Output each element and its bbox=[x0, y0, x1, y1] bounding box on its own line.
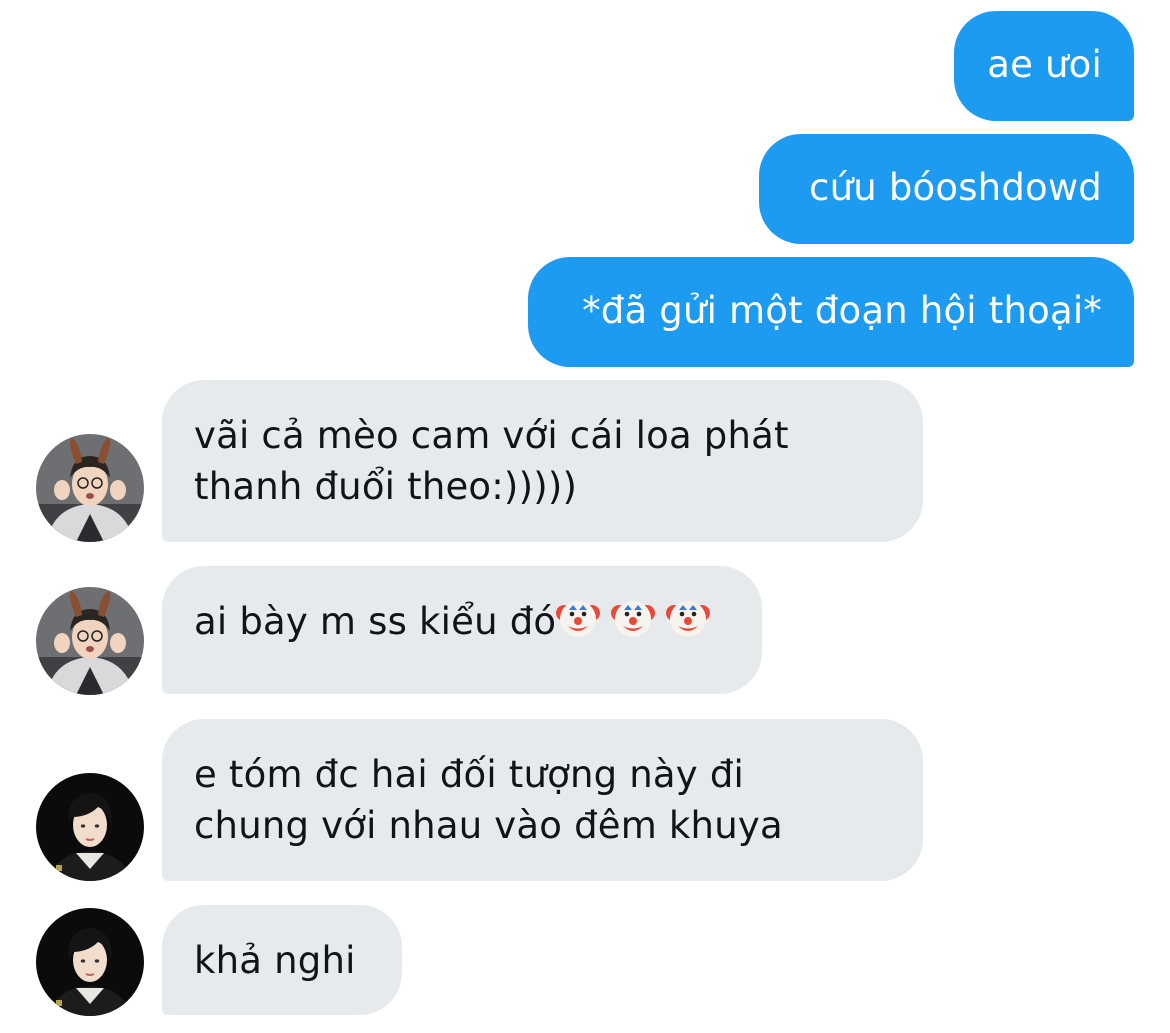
avatar[interactable] bbox=[36, 773, 144, 881]
emoji-group bbox=[556, 600, 715, 643]
message-text-line: thanh đuổi theo:))))) bbox=[194, 465, 578, 508]
clown-face-emoji-icon bbox=[666, 601, 711, 637]
avatar[interactable] bbox=[36, 434, 144, 542]
message-text: ai bày m ss kiểu đó bbox=[194, 600, 557, 643]
incoming-message-bubble[interactable]: ai bày m ss kiểu đó bbox=[162, 566, 762, 694]
clown-face-emoji-icon bbox=[556, 601, 601, 637]
outgoing-message-bubble[interactable]: cứu bóoshdowd bbox=[759, 134, 1134, 244]
avatar[interactable] bbox=[36, 908, 144, 1016]
clown-face-emoji-icon bbox=[611, 601, 656, 637]
person-with-bunny-ears-avatar-icon bbox=[36, 434, 144, 542]
message-text: khả nghi bbox=[194, 939, 356, 982]
person-dark-hair-avatar-icon bbox=[36, 773, 144, 881]
person-dark-hair-avatar-icon bbox=[36, 908, 144, 1016]
outgoing-message-bubble[interactable]: *đã gửi một đoạn hội thoại* bbox=[528, 257, 1134, 367]
message-text-line: e tóm đc hai đối tượng này đi bbox=[194, 753, 745, 796]
message-text-line: chung với nhau vào đêm khuya bbox=[194, 804, 783, 847]
message-text: cứu bóoshdowd bbox=[809, 166, 1102, 209]
avatar[interactable] bbox=[36, 587, 144, 695]
message-text: ae ưoi bbox=[987, 43, 1102, 86]
message-text-line: vãi cả mèo cam với cái loa phát bbox=[194, 414, 789, 457]
outgoing-message-bubble[interactable]: ae ưoi bbox=[954, 11, 1134, 121]
message-text: *đã gửi một đoạn hội thoại* bbox=[582, 289, 1102, 332]
incoming-message-bubble[interactable]: khả nghi bbox=[162, 905, 402, 1015]
person-with-bunny-ears-avatar-icon bbox=[36, 587, 144, 695]
incoming-message-bubble[interactable]: e tóm đc hai đối tượng này đi chung với … bbox=[162, 719, 923, 881]
incoming-message-bubble[interactable]: vãi cả mèo cam với cái loa phát thanh đu… bbox=[162, 380, 923, 542]
